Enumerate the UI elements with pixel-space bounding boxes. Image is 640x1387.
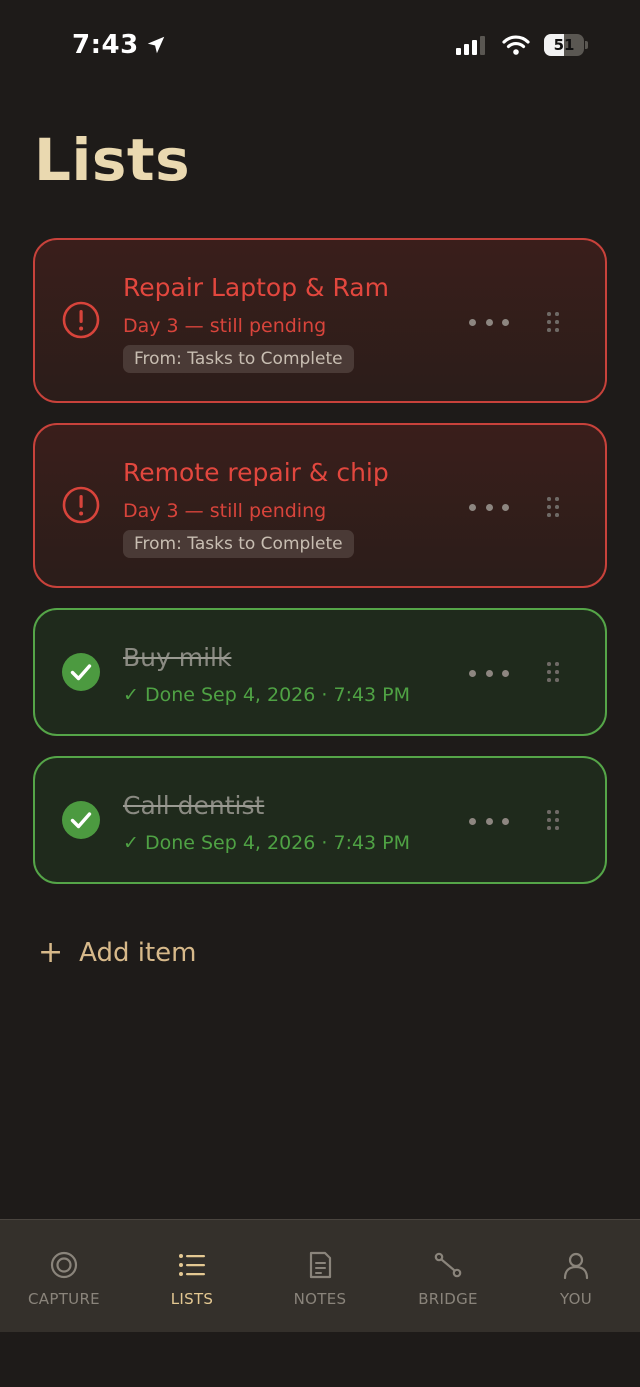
user-icon	[563, 1252, 589, 1280]
home-indicator-area	[0, 1332, 640, 1387]
wifi-icon	[502, 35, 530, 55]
plus-icon: +	[38, 935, 64, 970]
status-time: 7:43	[72, 30, 167, 60]
task-source-tag: From: Tasks to Complete	[123, 530, 354, 558]
cellular-signal-icon	[456, 36, 485, 55]
more-options-button[interactable]	[469, 658, 509, 688]
task-card-buy-milk[interactable]: Buy milk ✓ Done Sep 4, 2026 · 7:43 PM	[33, 608, 607, 736]
tab-label: YOU	[559, 1290, 593, 1308]
task-card-remote-repair[interactable]: Remote repair & chip Day 3 — still pendi…	[33, 423, 607, 588]
tab-label: CAPTURE	[28, 1290, 100, 1308]
drag-handle-icon[interactable]	[545, 660, 561, 684]
task-title: Call dentist	[123, 791, 265, 820]
task-done-time: ✓ Done Sep 4, 2026 · 7:43 PM	[123, 832, 411, 854]
task-title: Repair Laptop & Ram	[123, 273, 389, 302]
tab-label: NOTES	[293, 1290, 347, 1308]
status-indicators: 51	[456, 34, 588, 56]
clock-text: 7:43	[72, 30, 139, 60]
drag-handle-icon[interactable]	[545, 808, 561, 832]
more-options-button[interactable]	[469, 492, 509, 522]
task-card-repair-laptop[interactable]: Repair Laptop & Ram Day 3 — still pendin…	[33, 238, 607, 403]
task-list: Repair Laptop & Ram Day 3 — still pendin…	[33, 238, 607, 904]
tab-bridge[interactable]: BRIDGE	[384, 1220, 512, 1332]
list-icon	[179, 1254, 205, 1276]
capture-icon	[50, 1251, 78, 1279]
tab-capture[interactable]: CAPTURE	[0, 1220, 128, 1332]
add-item-label: Add item	[79, 938, 197, 968]
location-arrow-icon	[147, 36, 164, 54]
battery-indicator: 51	[544, 34, 588, 56]
tab-label: LISTS	[170, 1290, 214, 1308]
tab-notes[interactable]: NOTES	[256, 1220, 384, 1332]
task-title: Buy milk	[123, 643, 232, 672]
drag-handle-icon[interactable]	[545, 495, 561, 519]
task-status: Day 3 — still pending	[123, 500, 327, 522]
task-card-call-dentist[interactable]: Call dentist ✓ Done Sep 4, 2026 · 7:43 P…	[33, 756, 607, 884]
battery-level-text: 51	[553, 36, 575, 54]
drag-handle-icon[interactable]	[545, 310, 561, 334]
task-status: Day 3 — still pending	[123, 315, 327, 337]
tab-you[interactable]: YOU	[512, 1220, 640, 1332]
status-bar: 7:43 51	[0, 0, 640, 96]
page-title: Lists	[34, 126, 191, 194]
add-item-button[interactable]: + Add item	[38, 935, 197, 970]
check-circle-icon[interactable]	[61, 652, 101, 692]
note-icon	[309, 1251, 332, 1279]
tab-lists[interactable]: LISTS	[128, 1220, 256, 1332]
bridge-icon	[434, 1252, 462, 1278]
task-source-tag: From: Tasks to Complete	[123, 345, 354, 373]
tab-label: BRIDGE	[418, 1290, 478, 1308]
more-options-button[interactable]	[469, 806, 509, 836]
more-options-button[interactable]	[469, 307, 509, 337]
alert-circle-icon	[62, 486, 100, 524]
alert-circle-icon	[62, 301, 100, 339]
task-done-time: ✓ Done Sep 4, 2026 · 7:43 PM	[123, 684, 411, 706]
check-circle-icon[interactable]	[61, 800, 101, 840]
task-title: Remote repair & chip	[123, 458, 389, 487]
tab-bar: CAPTURE LISTS NOTES BRIDGE YOU	[0, 1219, 640, 1332]
